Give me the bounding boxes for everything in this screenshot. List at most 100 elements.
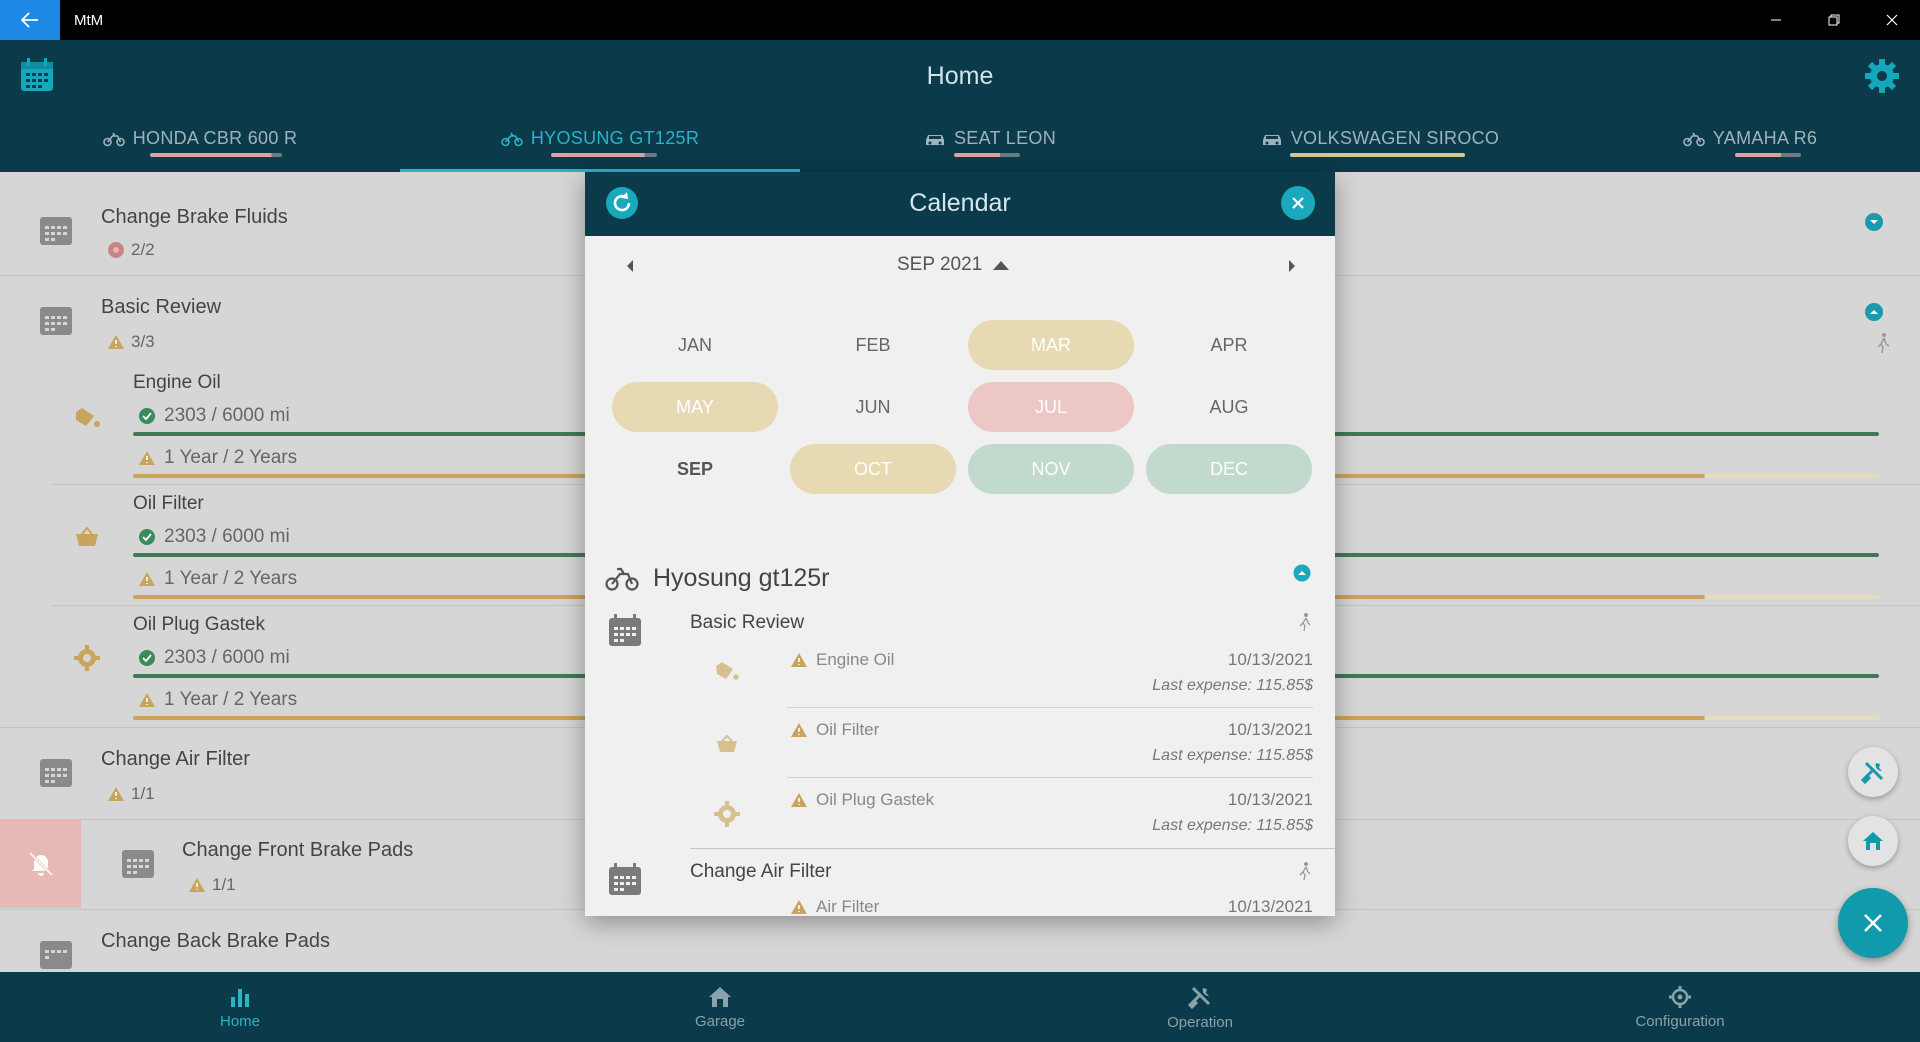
nav-label: Home <box>219 1012 260 1030</box>
settings-button[interactable] <box>1862 56 1902 101</box>
tab-yamaha-r6[interactable]: YAMAHA R6 <box>1580 120 1920 172</box>
warning-icon <box>189 878 205 892</box>
app-header: Home HONDA CBR 600 R HYOSUNG GT125R SEAT… <box>0 40 1920 172</box>
close-fab-button[interactable] <box>1838 888 1908 958</box>
vehicle-name: Hyosung gt125r <box>653 564 830 592</box>
month-year-selector[interactable]: SEP 2021 <box>897 254 1010 276</box>
tab-label: YAMAHA R6 <box>1712 128 1818 148</box>
month-jan[interactable]: JAN <box>612 320 778 370</box>
warning-icon <box>139 693 155 707</box>
tab-label: HONDA CBR 600 R <box>132 128 298 148</box>
arrow-left-icon <box>21 12 38 28</box>
tab-honda-cbr-600-r[interactable]: HONDA CBR 600 R <box>0 120 400 172</box>
task-title[interactable]: Change Brake Fluids <box>101 206 288 229</box>
motorcycle-icon <box>102 132 125 146</box>
walk-icon <box>1299 613 1311 632</box>
time-text: 1 Year / 2 Years <box>164 689 298 710</box>
month-jul[interactable]: JUL <box>968 382 1134 432</box>
gear-icon <box>714 801 740 827</box>
item-name: Engine Oil <box>816 650 895 669</box>
basket-icon <box>76 526 98 546</box>
item-expense: Last expense: 115.85$ <box>1152 677 1313 694</box>
prev-month-icon[interactable] <box>625 259 635 273</box>
calendar-icon <box>122 850 154 878</box>
chevron-down-icon[interactable] <box>1864 212 1884 232</box>
warning-icon <box>791 653 807 667</box>
month-feb[interactable]: FEB <box>790 320 956 370</box>
distance-metric: 2303 / 6000 mi <box>138 526 290 548</box>
time-metric: 1 Year / 2 Years <box>138 689 297 711</box>
month-oct[interactable]: OCT <box>790 444 956 494</box>
tools-icon <box>1860 761 1884 785</box>
tools-icon <box>1187 986 1211 1009</box>
garage-icon <box>709 986 731 1007</box>
item-date: 10/13/2021 <box>1227 897 1313 916</box>
section-title: Basic Review <box>690 612 805 633</box>
month-sep[interactable]: SEP <box>612 444 778 494</box>
close-icon <box>1886 14 1898 26</box>
distance-metric: 2303 / 6000 mi <box>138 405 290 427</box>
calendar-item[interactable]: Oil Plug Gastek <box>790 790 934 810</box>
item-name: Oil Plug Gastek <box>816 790 935 809</box>
nav-home[interactable]: Home <box>0 972 480 1042</box>
motorcycle-icon <box>605 567 639 591</box>
calendar-icon <box>40 941 72 969</box>
calendar-item[interactable]: Air Filter <box>790 897 879 916</box>
calendar-item[interactable]: Oil Filter <box>790 720 879 740</box>
task-count: 1/1 <box>107 784 155 804</box>
month-mar[interactable]: MAR <box>968 320 1134 370</box>
close-dialog-button[interactable] <box>1281 186 1315 220</box>
item-expense: Last expense: 115.85$ <box>1152 817 1313 834</box>
count-text: 1/1 <box>131 784 155 803</box>
bottom-navigation: Home Garage Operation Configuration <box>0 972 1920 1042</box>
check-circle-icon <box>139 650 155 666</box>
chevron-up-icon[interactable] <box>1864 302 1884 322</box>
car-icon <box>925 134 944 145</box>
walk-icon <box>1299 862 1311 881</box>
warning-icon <box>791 723 807 737</box>
bell-off-icon <box>28 851 53 877</box>
distance-text: 2303 / 6000 mi <box>164 405 290 426</box>
walk-icon <box>1877 333 1890 354</box>
warning-icon <box>139 572 155 586</box>
month-nov[interactable]: NOV <box>968 444 1134 494</box>
nav-garage[interactable]: Garage <box>480 972 960 1042</box>
time-text: 1 Year / 2 Years <box>164 447 298 468</box>
garage-fab[interactable] <box>1848 816 1898 866</box>
task-title[interactable]: Change Back Brake Pads <box>101 930 330 953</box>
month-apr[interactable]: APR <box>1146 320 1312 370</box>
item-expense: Last expense: 115.85$ <box>1152 747 1313 764</box>
warning-icon <box>791 900 807 914</box>
check-circle-icon <box>139 529 155 545</box>
basket-icon <box>717 734 737 752</box>
distance-text: 2303 / 6000 mi <box>164 647 290 668</box>
tab-seat-leon[interactable]: SEAT LEON <box>800 120 1180 172</box>
tab-volkswagen-siroco[interactable]: VOLKSWAGEN SIROCO <box>1180 120 1580 172</box>
next-month-icon[interactable] <box>1287 259 1297 273</box>
warning-icon <box>791 793 807 807</box>
caret-up-icon <box>993 261 1010 270</box>
month-jun[interactable]: JUN <box>790 382 956 432</box>
nav-configuration[interactable]: Configuration <box>1440 972 1920 1042</box>
task-title[interactable]: Change Air Filter <box>101 748 250 771</box>
operation-fab[interactable] <box>1848 747 1898 797</box>
car-icon <box>1262 134 1281 145</box>
chevron-up-icon[interactable] <box>1293 564 1311 582</box>
tab-label: SEAT LEON <box>953 128 1057 148</box>
task-title[interactable]: Change Front Brake Pads <box>182 839 413 862</box>
app-title: MtM <box>74 12 104 29</box>
task-count: 1/1 <box>188 875 236 895</box>
task-title[interactable]: Basic Review <box>101 296 221 319</box>
close-window-button[interactable] <box>1864 0 1920 40</box>
calendar-item[interactable]: Engine Oil <box>790 650 894 670</box>
back-button[interactable] <box>0 0 60 40</box>
gear-icon <box>1865 59 1899 93</box>
minimize-button[interactable] <box>1748 0 1804 40</box>
month-may[interactable]: MAY <box>612 382 778 432</box>
tab-hyosung-gt125r[interactable]: HYOSUNG GT125R <box>400 120 800 172</box>
month-dec[interactable]: DEC <box>1146 444 1312 494</box>
restore-button[interactable] <box>1806 0 1862 40</box>
nav-operation[interactable]: Operation <box>960 972 1440 1042</box>
mute-notification-button[interactable] <box>0 820 81 908</box>
month-aug[interactable]: AUG <box>1146 382 1312 432</box>
